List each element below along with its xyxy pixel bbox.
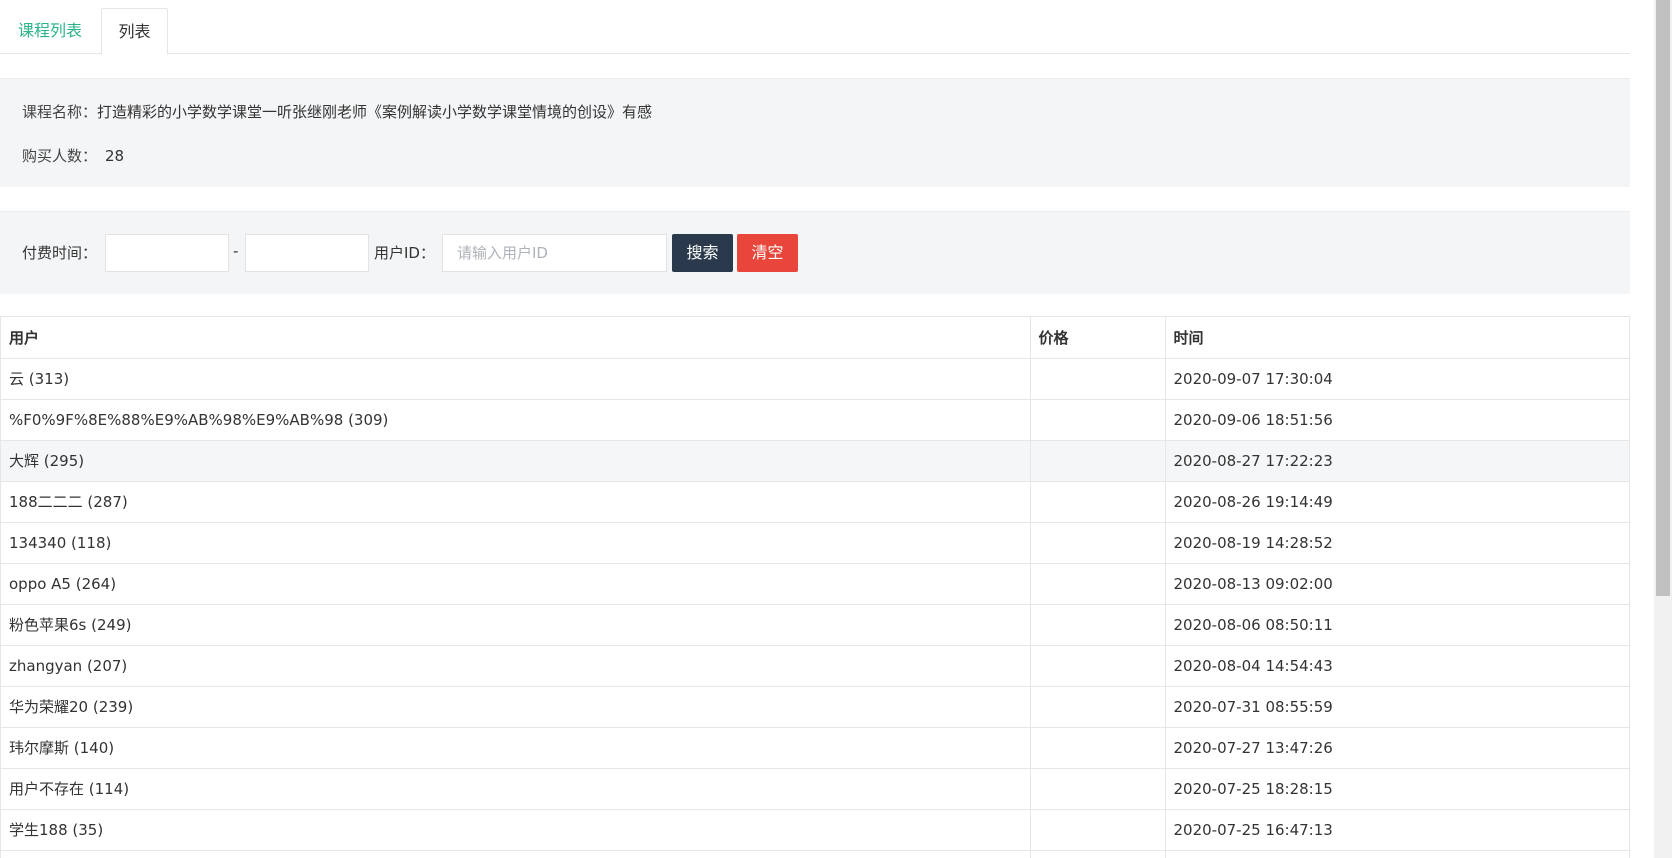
filter-panel: 付费时间： - 用户ID： 搜索 清空 [0, 211, 1630, 294]
buyers-row: 购买人数： 28 [22, 145, 124, 166]
column-header-user: 用户 [1, 317, 1030, 359]
cell-user: %F0%9F%8E%88%E9%AB%98%E9%AB%98 (309) [1, 399, 1030, 441]
clear-button[interactable]: 清空 [737, 234, 798, 272]
table-row: 粉色苹果6s (249) 2020-08-06 08:50:11 [1, 604, 1629, 646]
table-header-row: 用户 价格 时间 [1, 317, 1629, 359]
cell-time: 2020-07-25 18:28:15 [1164, 768, 1629, 810]
purchase-table: 用户 价格 时间 云 (313) 2020-09-07 17:30:04 %F0%… [0, 316, 1630, 858]
cell-user: 134340 (118) [1, 522, 1030, 564]
cell-time: 2020-09-07 17:30:04 [1164, 358, 1629, 400]
cell-time: 2020-08-26 19:14:49 [1164, 481, 1629, 523]
cell-price [1029, 645, 1165, 687]
table-row [1, 850, 1629, 858]
cell-price [1029, 563, 1165, 605]
cell-price [1029, 768, 1165, 810]
date-separator: - [233, 242, 239, 260]
cell-time: 2020-08-04 14:54:43 [1164, 645, 1629, 687]
user-id-label: 用户ID： [374, 244, 435, 262]
vertical-scrollbar[interactable] [1654, 0, 1672, 858]
cell-time: 2020-07-25 16:47:13 [1164, 809, 1629, 851]
cell-user: 粉色苹果6s (249) [1, 604, 1030, 646]
column-header-price: 价格 [1029, 317, 1165, 359]
cell-user [1, 850, 1030, 858]
cell-user: 用户不存在 (114) [1, 768, 1030, 810]
user-id-input[interactable] [442, 234, 667, 272]
cell-user: 学生188 (35) [1, 809, 1030, 851]
start-date-input[interactable] [105, 234, 229, 272]
table-row: oppo A5 (264) 2020-08-13 09:02:00 [1, 563, 1629, 605]
tab-list[interactable]: 列表 [101, 8, 168, 55]
cell-price [1029, 481, 1165, 523]
course-name-value: 打造精彩的小学数学课堂一听张继刚老师《案例解读小学数学课堂情境的创设》有感 [97, 103, 653, 121]
cell-user: 云 (313) [1, 358, 1030, 400]
cell-price [1029, 850, 1165, 858]
table-row: 188二二二 (287) 2020-08-26 19:14:49 [1, 481, 1629, 523]
table-row: 玮尔摩斯 (140) 2020-07-27 13:47:26 [1, 727, 1629, 769]
cell-price [1029, 686, 1165, 728]
cell-time: 2020-08-27 17:22:23 [1164, 440, 1629, 482]
table-row: %F0%9F%8E%88%E9%AB%98%E9%AB%98 (309) 2020… [1, 399, 1629, 441]
search-button[interactable]: 搜索 [672, 234, 733, 272]
cell-user: zhangyan (207) [1, 645, 1030, 687]
cell-user: 华为荣耀20 (239) [1, 686, 1030, 728]
cell-time: 2020-07-31 08:55:59 [1164, 686, 1629, 728]
cell-price [1029, 399, 1165, 441]
table-row: 华为荣耀20 (239) 2020-07-31 08:55:59 [1, 686, 1629, 728]
table-row: 大辉 (295) 2020-08-27 17:22:23 [1, 440, 1629, 482]
end-date-input[interactable] [245, 234, 369, 272]
cell-price [1029, 727, 1165, 769]
cell-time: 2020-09-06 18:51:56 [1164, 399, 1629, 441]
table-row: 学生188 (35) 2020-07-25 16:47:13 [1, 809, 1629, 851]
cell-time: 2020-07-27 13:47:26 [1164, 727, 1629, 769]
cell-price [1029, 358, 1165, 400]
cell-user: oppo A5 (264) [1, 563, 1030, 605]
table-row: 用户不存在 (114) 2020-07-25 18:28:15 [1, 768, 1629, 810]
cell-user: 大辉 (295) [1, 440, 1030, 482]
page: 课程列表 列表 课程名称：打造精彩的小学数学课堂一听张继刚老师《案例解读小学数学… [0, 0, 1672, 858]
course-name-label: 课程名称： [22, 103, 98, 121]
buyers-label: 购买人数： [22, 147, 98, 165]
table-row: zhangyan (207) 2020-08-04 14:54:43 [1, 645, 1629, 687]
pay-time-label: 付费时间： [22, 244, 98, 262]
scrollbar-thumb[interactable] [1656, 0, 1670, 596]
course-name-row: 课程名称：打造精彩的小学数学课堂一听张继刚老师《案例解读小学数学课堂情境的创设》… [22, 101, 652, 122]
cell-user: 玮尔摩斯 (140) [1, 727, 1030, 769]
table-row: 云 (313) 2020-09-07 17:30:04 [1, 358, 1629, 400]
column-header-time: 时间 [1164, 317, 1629, 359]
cell-time: 2020-08-19 14:28:52 [1164, 522, 1629, 564]
cell-user: 188二二二 (287) [1, 481, 1030, 523]
cell-price [1029, 440, 1165, 482]
cell-price [1029, 522, 1165, 564]
cell-time: 2020-08-06 08:50:11 [1164, 604, 1629, 646]
cell-time: 2020-08-13 09:02:00 [1164, 563, 1629, 605]
course-info-panel: 课程名称：打造精彩的小学数学课堂一听张继刚老师《案例解读小学数学课堂情境的创设》… [0, 78, 1630, 187]
cell-price [1029, 809, 1165, 851]
cell-time [1164, 850, 1629, 858]
cell-price [1029, 604, 1165, 646]
tab-bar: 课程列表 列表 [0, 0, 1630, 55]
tab-course-list[interactable]: 课程列表 [0, 8, 100, 54]
table-row: 134340 (118) 2020-08-19 14:28:52 [1, 522, 1629, 564]
buyers-count: 28 [105, 147, 125, 165]
